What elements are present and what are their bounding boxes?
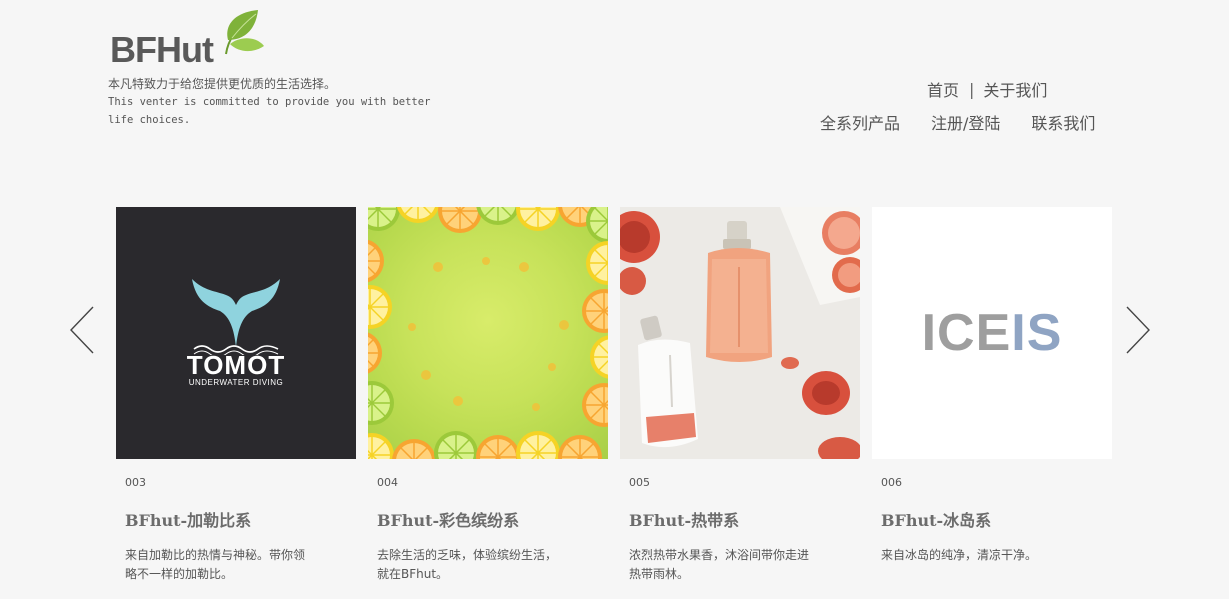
tomot-logo-subtitle: UNDERWATER DIVING [188,378,284,387]
brand-logo[interactable]: BFHut [108,10,268,72]
iceis-logo-word: ICEIS [872,305,1112,361]
iceis-logo-part-ice: ICE [921,304,1012,362]
nav-products[interactable]: 全系列产品 [820,110,900,134]
tomot-logo-word: TOMOT [186,350,286,380]
product-image-iceis[interactable]: ICEIS [872,207,1112,459]
card-description: 去除生活的乏味，体验缤纷生活，就在BFhut。 [377,548,558,581]
main-nav: 全系列产品 注册/登陆 联系我们 [820,110,1095,134]
chevron-right-icon[interactable] [1125,306,1151,354]
card-description: 来自加勒比的热情与神秘。带你领略不一样的加勒比。 [125,548,306,581]
product-image-tomot[interactable]: TOMOT UNDERWATER DIVING [116,207,356,459]
chevron-left-icon[interactable] [69,306,95,354]
citrus-slices-illustration [368,207,608,459]
card-title[interactable]: BFhut-冰岛系 [881,507,991,531]
product-image-citrus[interactable] [368,207,608,459]
product-card[interactable]: TOMOT UNDERWATER DIVING 003 BFhut-加勒比系 来… [116,207,356,581]
top-nav: 首页 | 关于我们 [927,77,1047,101]
tagline-cn: 本凡特致力于给您提供更优质的生活选择。 [108,77,337,91]
card-title[interactable]: BFhut-加勒比系 [125,507,251,531]
tagline: 本凡特致力于给您提供更优质的生活选择。 This venter is commi… [108,76,468,129]
product-image-thymes[interactable] [620,207,860,459]
nav-contact[interactable]: 联系我们 [1031,110,1095,134]
perfume-bottles-photo [620,207,860,459]
leaf-icon [225,10,264,55]
card-number: 006 [881,476,902,489]
card-number: 005 [629,476,650,489]
product-card[interactable]: ICEIS 006 BFhut-冰岛系 来自冰岛的纯净，清凉干净。 [872,207,1112,562]
nav-register-login[interactable]: 注册/登陆 [931,110,1000,134]
card-title[interactable]: BFhut-彩色缤纷系 [377,507,519,531]
iceis-logo-part-is: IS [1011,304,1063,362]
tagline-en: This venter is committed to provide you … [108,96,431,126]
card-number: 003 [125,476,146,489]
product-card[interactable]: 004 BFhut-彩色缤纷系 去除生活的乏味，体验缤纷生活，就在BFhut。 [368,207,608,581]
card-title[interactable]: BFhut-热带系 [629,507,739,531]
nav-about[interactable]: 关于我们 [983,77,1047,101]
nav-home[interactable]: 首页 [927,77,959,101]
nav-separator: | [969,79,975,99]
product-card[interactable]: 005 BFhut-热带系 浓烈热带水果香，沐浴间带你走进热带雨林。 [620,207,860,581]
card-number: 004 [377,476,398,489]
card-description: 来自冰岛的纯净，清凉干净。 [881,548,1038,562]
whale-tail-icon [192,279,280,355]
card-description: 浓烈热带水果香，沐浴间带你走进热带雨林。 [629,548,810,581]
logo-text: BFHut [110,29,214,70]
